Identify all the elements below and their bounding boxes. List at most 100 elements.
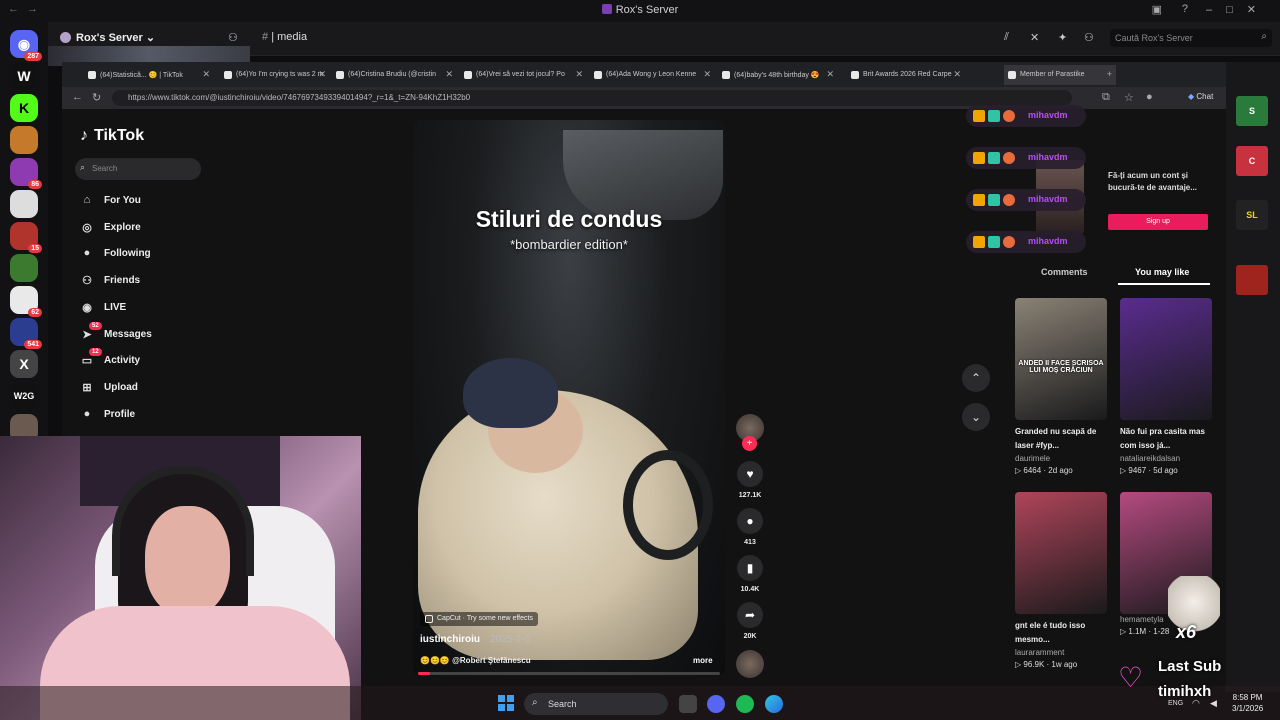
close-icon[interactable]: ✕: [445, 69, 453, 80]
close-icon[interactable]: ✕: [826, 69, 834, 80]
browser-tab[interactable]: (64)baby's 48th birthday 😍 ✕: [718, 65, 838, 85]
browser-tab[interactable]: Brit Awards 2026 Red Carpe ✕: [847, 65, 965, 85]
window-controls[interactable]: –□✕: [1206, 3, 1270, 16]
close-icon[interactable]: ✕: [703, 69, 711, 80]
video-thumbnail[interactable]: ANDED II FACE SCRISOA LUI MOȘ CRĂCIUN: [1015, 298, 1107, 420]
edge-icon[interactable]: [765, 695, 783, 713]
taskbar-search[interactable]: ⌕ Search: [524, 693, 668, 715]
browser-tab[interactable]: (64)Ada Wong y Leon Kenne ✕: [590, 65, 715, 85]
chat-message-row: mihavdm: [966, 189, 1086, 211]
capcut-effect-tag[interactable]: CapCut · Try some new effects: [420, 612, 538, 626]
extensions-icon[interactable]: ⧉: [1102, 91, 1110, 104]
server-icon-blue[interactable]: 541: [10, 318, 42, 349]
close-icon[interactable]: ✕: [953, 69, 961, 80]
badge-icon-red[interactable]: [1236, 265, 1268, 295]
video-thumbnail[interactable]: [1015, 492, 1107, 614]
nav-item-friends[interactable]: ⚇ Friends: [80, 274, 210, 292]
browser-tab[interactable]: (64)Vrei să vezi tot jocul? Po ✕: [460, 65, 587, 85]
server-icon-purple[interactable]: 86: [10, 158, 42, 189]
save-action[interactable]: ▮ 10.4K: [736, 555, 764, 593]
close-icon[interactable]: ✕: [202, 69, 210, 80]
more-button[interactable]: more: [693, 656, 713, 665]
close-icon[interactable]: ✕: [318, 69, 326, 80]
server-icon-green[interactable]: [10, 254, 38, 282]
nav-item-live[interactable]: ◉ LIVE: [80, 301, 210, 319]
url-field[interactable]: https://www.tiktok.com/@iustinchiroiu/vi…: [112, 90, 1072, 106]
server-icon-w[interactable]: W: [10, 62, 38, 90]
nav-item-following[interactable]: ● Following: [80, 247, 210, 265]
server-icon-white[interactable]: [10, 190, 38, 218]
browser-tab-active[interactable]: Member of Parastike +: [1004, 65, 1116, 85]
card-caption: Não fui pra casita mas com isso já...: [1120, 427, 1205, 450]
close-icon[interactable]: +: [1107, 69, 1112, 79]
copilot-chat-button[interactable]: ◆ Chat: [1188, 92, 1213, 101]
badge-icon-c[interactable]: C: [1236, 146, 1268, 176]
badge-icon-green[interactable]: S: [1236, 96, 1268, 126]
server-icon-w2g[interactable]: W2G: [10, 382, 38, 410]
profile-avatar-icon[interactable]: ●: [1146, 91, 1153, 103]
server-icon-kick[interactable]: K: [10, 94, 38, 122]
discord-icon[interactable]: [707, 695, 725, 713]
badge-icon-scam-line[interactable]: SL: [1236, 200, 1268, 230]
chat-username: mihavdm: [1028, 152, 1068, 162]
task-view-icon[interactable]: [679, 695, 697, 713]
previous-video-button[interactable]: ⌃: [962, 364, 990, 392]
favorites-icon[interactable]: ☆: [1124, 91, 1134, 104]
windows-start-icon[interactable]: [498, 695, 514, 711]
pin-icon[interactable]: ✦: [1058, 31, 1067, 44]
video-player[interactable]: [413, 120, 725, 676]
video-description[interactable]: 😊😊😊 @Robert Ştefănescu: [420, 656, 531, 665]
nav-item-activity[interactable]: ▭ 12 Activity: [80, 348, 210, 372]
fox-emote-icon: [1003, 152, 1015, 164]
home-button[interactable]: ◉ 287: [10, 30, 42, 61]
discord-search-input[interactable]: Caută Rox's Server ⌕: [1110, 29, 1272, 47]
server-icon-avatar[interactable]: [10, 126, 38, 154]
nav-item-for-you[interactable]: ⌂ For You: [80, 194, 210, 212]
tiktok-logo[interactable]: ♪ TikTok: [80, 127, 144, 145]
like-action[interactable]: ♥ 127.1K: [736, 461, 764, 499]
nav-item-explore[interactable]: ◎ Explore: [80, 221, 210, 239]
channel-name: # | media: [262, 31, 308, 43]
server-icon-red[interactable]: 15: [10, 222, 42, 253]
tab-you-may-like[interactable]: You may like: [1135, 267, 1189, 277]
language-indicator[interactable]: ENG: [1168, 700, 1183, 707]
recommended-video-card[interactable]: gnt ele é tudo isso mesmo... lauraramment…: [1015, 492, 1107, 669]
mute-icon[interactable]: ✕: [1030, 31, 1039, 44]
card-meta: ▷ 9467 · 5d ago: [1120, 466, 1178, 475]
members-icon[interactable]: ⚇: [1084, 31, 1094, 44]
browser-tab[interactable]: (64)Cristina Brudiu (@cristin ✕: [332, 65, 457, 85]
tab-comments[interactable]: Comments: [1041, 267, 1088, 277]
browser-tab[interactable]: (64)Statistică... 😊 | TikTok ✕: [84, 65, 214, 85]
nav-item-messages[interactable]: ➤ 52 Messages: [80, 321, 210, 346]
back-icon[interactable]: ←: [72, 91, 83, 103]
video-caption-title: Stiluri de condus: [475, 206, 663, 232]
browser-tab[interactable]: (64)Yo I'm crying ts was 2 m ✕: [220, 65, 330, 85]
add-friend-icon[interactable]: ⚇: [228, 31, 238, 44]
close-icon[interactable]: ✕: [575, 69, 583, 80]
nav-item-profile[interactable]: ● Profile: [80, 408, 210, 426]
comment-action[interactable]: ● 413: [736, 508, 764, 546]
video-author[interactable]: iustinchiroiu · 2025-2-5: [420, 634, 530, 645]
recommended-video-card[interactable]: Não fui pra casita mas com isso já... nat…: [1120, 298, 1212, 475]
spotify-icon[interactable]: [736, 695, 754, 713]
help-icon[interactable]: ?: [1182, 3, 1188, 15]
server-icon-x[interactable]: X: [10, 350, 38, 378]
share-action[interactable]: ➦ 20K: [736, 602, 764, 640]
card-user: daurimele: [1015, 454, 1051, 463]
threads-icon[interactable]: ⫽: [1004, 31, 1009, 44]
inbox-icon[interactable]: ▣: [1152, 3, 1162, 16]
follow-plus-icon[interactable]: +: [742, 436, 757, 451]
recommended-video-card[interactable]: ANDED II FACE SCRISOA LUI MOȘ CRĂCIUN Gra…: [1015, 298, 1107, 475]
video-progress-bar[interactable]: [418, 672, 720, 675]
next-video-button[interactable]: ⌄: [962, 403, 990, 431]
clock[interactable]: 8:58 PM 3/1/2026: [1232, 692, 1263, 714]
music-disc-avatar[interactable]: [736, 650, 764, 678]
server-icon-game[interactable]: 62: [10, 286, 42, 317]
video-thumbnail[interactable]: [1120, 298, 1212, 420]
nav-item-upload[interactable]: ⊞ Upload: [80, 381, 210, 399]
video-progress-fill: [418, 672, 431, 675]
refresh-icon[interactable]: ↻: [92, 91, 101, 104]
sign-up-button[interactable]: Sign up: [1108, 214, 1208, 230]
tiktok-search-input[interactable]: ⌕ Search: [75, 158, 201, 180]
server-name[interactable]: Rox's Server ⌄: [60, 31, 155, 44]
